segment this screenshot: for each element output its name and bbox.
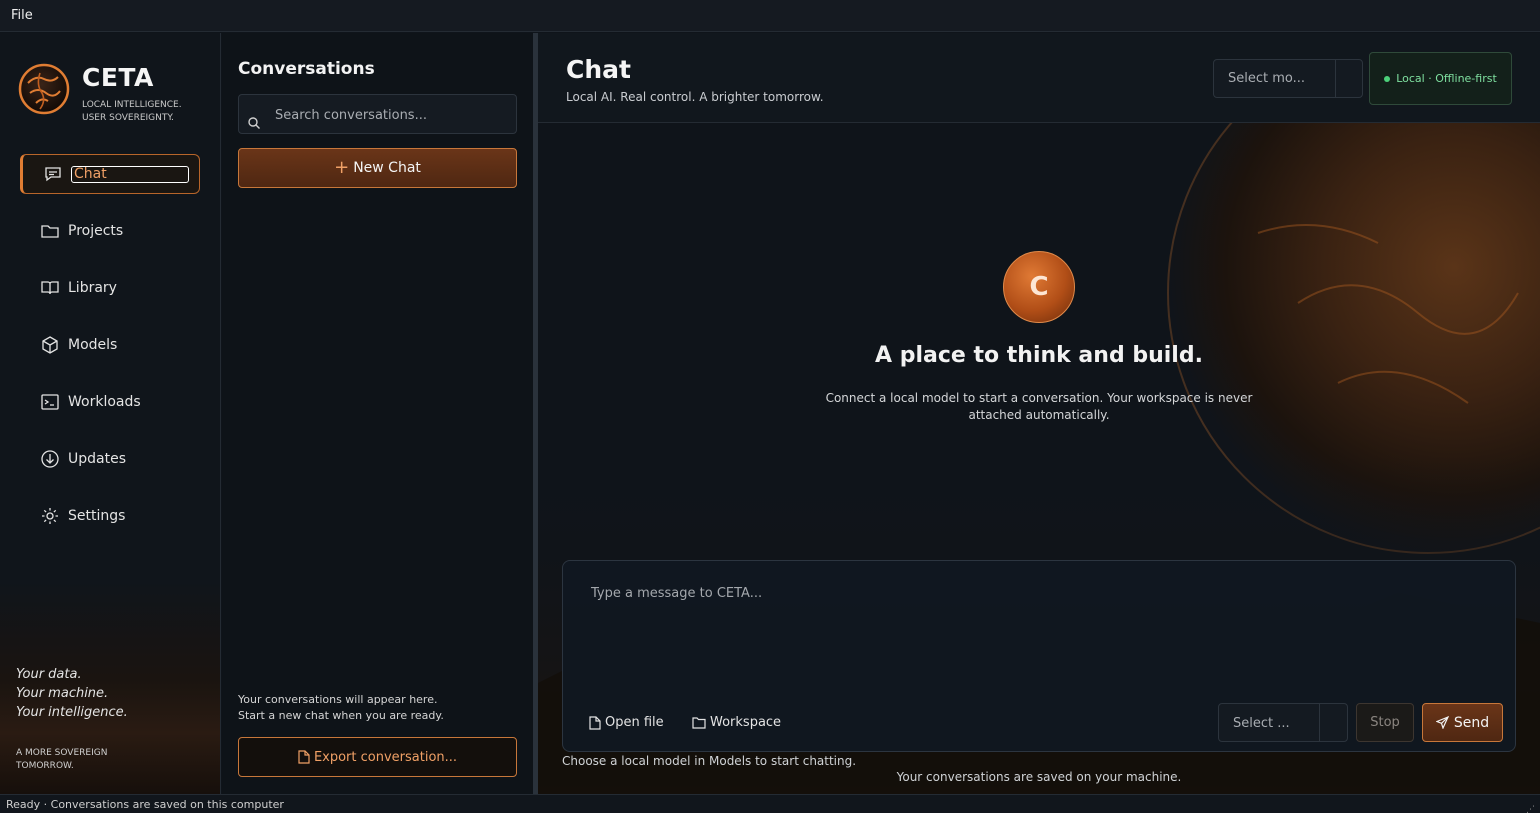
brand-tagline-1: LOCAL INTELLIGENCE.	[82, 100, 182, 110]
nav-item-label: Workloads	[68, 394, 141, 410]
workspace-label: Workspace	[710, 715, 782, 730]
workspace-button[interactable]: Workspace	[692, 715, 781, 730]
stop-button[interactable]: Stop	[1356, 703, 1414, 742]
online-dot-icon	[1384, 75, 1391, 82]
cube-icon	[40, 335, 60, 355]
export-label: Export conversation...	[313, 749, 458, 765]
send-button[interactable]: Send	[1422, 703, 1503, 742]
conversations-empty-text: Your conversations will appear here. Sta…	[238, 692, 444, 724]
message-composer[interactable]: Type a message to CETA... Open file Work…	[562, 560, 1516, 752]
chat-icon	[43, 164, 63, 184]
send-label: Send	[1453, 714, 1490, 731]
status-badge: Local · Offline-first	[1369, 52, 1512, 105]
motto-line-1: Your data.	[16, 667, 82, 682]
folder-icon	[40, 221, 60, 241]
nav-item-label: Library	[68, 280, 117, 296]
conversations-empty-line-2: Start a new chat when you are ready.	[238, 709, 444, 722]
nav-item-projects[interactable]: Projects	[20, 211, 200, 251]
composer-model-select[interactable]: Select ...	[1218, 703, 1348, 742]
motto-secondary-line-1: A MORE SOVEREIGN	[16, 748, 108, 758]
new-chat-label: New Chat	[353, 160, 421, 176]
resize-grip-icon[interactable]: ⋰	[1526, 801, 1536, 813]
send-icon	[1435, 716, 1449, 729]
menu-bar: File	[0, 0, 1540, 32]
nav-item-library[interactable]: Library	[20, 268, 200, 308]
open-file-button[interactable]: Open file	[589, 715, 664, 730]
motto: Your data. Your machine. Your intelligen…	[16, 665, 128, 722]
chat-main: Chat Local AI. Real control. A brighter …	[538, 33, 1540, 794]
conversations-title: Conversations	[238, 59, 375, 79]
welcome-text: Connect a local model to start a convers…	[825, 391, 1253, 422]
search-icon	[248, 117, 260, 129]
nav-sidebar: CETA LOCAL INTELLIGENCE. USER SOVEREIGNT…	[0, 33, 221, 794]
model-hint: Choose a local model in Models to start …	[562, 754, 857, 768]
saved-note: Your conversations are saved on your mac…	[896, 770, 1182, 784]
motto-line-2: Your machine.	[16, 686, 109, 701]
brand-name: CETA	[82, 63, 154, 92]
composer-model-select-value: Select ...	[1233, 716, 1290, 731]
nav-item-label: Updates	[68, 451, 126, 467]
motto-secondary: A MORE SOVEREIGN TOMORROW.	[16, 747, 107, 773]
message-placeholder: Type a message to CETA...	[591, 586, 763, 601]
page-title: Chat	[566, 55, 631, 84]
nav-item-label: Settings	[68, 508, 126, 524]
brand-tagline: LOCAL INTELLIGENCE. USER SOVEREIGNTY.	[82, 99, 182, 125]
folder-icon	[692, 716, 706, 729]
nav-item-label: Models	[68, 337, 118, 353]
nav-item-updates[interactable]: Updates	[20, 439, 200, 479]
status-text: Ready · Conversations are saved on this …	[6, 798, 284, 811]
export-conversation-button[interactable]: Export conversation...	[238, 737, 517, 777]
plus-icon: +	[334, 157, 350, 178]
chat-header: Chat Local AI. Real control. A brighter …	[538, 33, 1540, 123]
model-select-value: Select mo...	[1228, 71, 1306, 86]
nav-item-chat[interactable]: Chat	[20, 154, 200, 194]
status-bar: Ready · Conversations are saved on this …	[0, 794, 1540, 813]
composer-model-select-divider	[1319, 704, 1320, 741]
nav-item-label: Projects	[68, 223, 124, 239]
model-select-divider	[1335, 60, 1336, 97]
nav-item-settings[interactable]: Settings	[20, 496, 200, 536]
book-icon	[40, 278, 60, 298]
page-subtitle: Local AI. Real control. A brighter tomor…	[566, 90, 824, 104]
search-input[interactable]: Search conversations...	[238, 94, 517, 134]
motto-line-3: Your intelligence.	[16, 705, 128, 720]
open-file-label: Open file	[605, 715, 664, 730]
new-chat-button[interactable]: + New Chat	[238, 148, 517, 188]
ceta-logo-icon	[18, 63, 70, 115]
terminal-icon	[40, 392, 60, 412]
conversations-empty-line-1: Your conversations will appear here.	[238, 693, 438, 706]
avatar: C	[1003, 251, 1075, 323]
conversations-panel: Conversations Search conversations... + …	[222, 33, 533, 794]
file-icon	[298, 750, 310, 764]
model-select[interactable]: Select mo...	[1213, 59, 1363, 98]
nav-item-models[interactable]: Models	[20, 325, 200, 365]
welcome-headline: A place to think and build.	[875, 343, 1203, 368]
nav-item-workloads[interactable]: Workloads	[20, 382, 200, 422]
nav-item-label: Chat	[71, 165, 189, 183]
gear-icon	[40, 506, 60, 526]
menu-file[interactable]: File	[0, 0, 44, 32]
brand-tagline-2: USER SOVEREIGNTY.	[82, 113, 174, 123]
file-icon	[589, 715, 601, 730]
motto-secondary-line-2: TOMORROW.	[16, 761, 74, 771]
status-badge-label: Local · Offline-first	[1396, 72, 1497, 85]
search-placeholder: Search conversations...	[275, 108, 427, 123]
download-icon	[40, 449, 60, 469]
